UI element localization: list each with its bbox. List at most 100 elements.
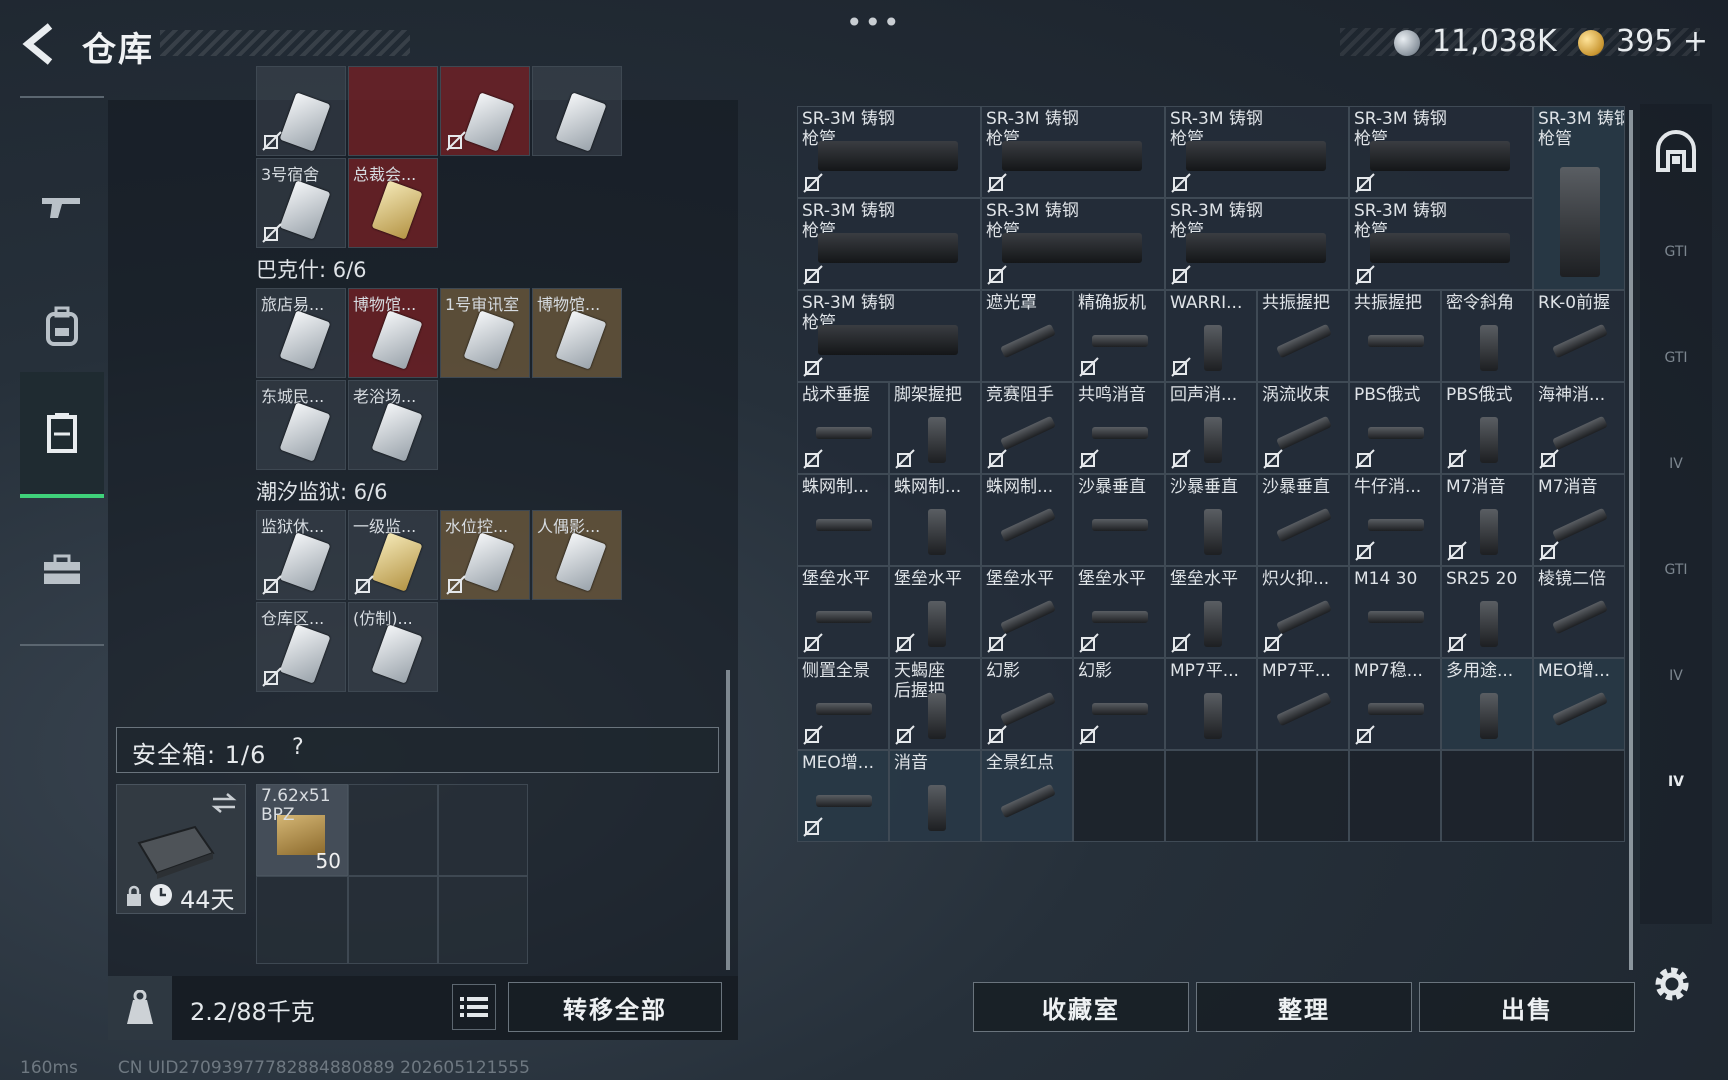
inventory-item[interactable]: 密令斜角 (1441, 290, 1533, 382)
gear-icon[interactable] (1650, 962, 1694, 1006)
sort-button[interactable]: 整理 (1196, 982, 1412, 1032)
inventory-item[interactable]: 脚架握把 (889, 382, 981, 474)
inventory-item[interactable]: 共振握把 (1349, 290, 1441, 382)
inventory-item[interactable]: 精确扳机 (1073, 290, 1165, 382)
help-icon[interactable]: ? (292, 735, 304, 760)
inventory-item[interactable]: SR-3M 铸钢枪管 (1349, 106, 1533, 198)
inventory-item[interactable]: 幻影 (1073, 658, 1165, 750)
inventory-item[interactable]: 堡垒水平 (797, 566, 889, 658)
inventory-item[interactable]: PBS俄式 (1441, 382, 1533, 474)
inventory-item[interactable]: SR-3M 铸钢枪管 (797, 198, 981, 290)
nav-weapon[interactable] (20, 146, 104, 266)
inventory-item[interactable]: 蛛网制... (889, 474, 981, 566)
inventory-item[interactable]: 堡垒水平 (889, 566, 981, 658)
inventory-item[interactable]: 沙暴垂直 (1073, 474, 1165, 566)
inventory-item[interactable]: 全景红点 (981, 750, 1073, 842)
empty-slot[interactable] (348, 876, 438, 964)
nav-storage[interactable] (20, 372, 104, 498)
nav-case[interactable] (20, 510, 104, 630)
item-cell[interactable] (440, 66, 530, 156)
inventory-item[interactable]: SR-3M 铸钢枪管 (1533, 106, 1625, 290)
inventory-item[interactable]: 堡垒水平 (981, 566, 1073, 658)
inventory-item[interactable]: PBS俄式 (1349, 382, 1441, 474)
empty-slot[interactable] (1073, 750, 1165, 842)
key-card-cell[interactable]: 博物馆... (348, 288, 438, 378)
inventory-item[interactable]: 涡流收束 (1257, 382, 1349, 474)
back-arrow-icon[interactable] (20, 22, 56, 66)
ammo-cell[interactable]: 7.62x51 BPZ 50 (256, 784, 348, 876)
rnav-iv-3[interactable]: IV (1640, 734, 1712, 830)
inventory-item[interactable]: 消音 (889, 750, 981, 842)
inventory-item[interactable]: M7消音 (1533, 474, 1625, 566)
key-card-cell[interactable]: 仓库区... (256, 602, 346, 692)
empty-slot[interactable] (1533, 750, 1625, 842)
key-card-cell[interactable]: 旅店易... (256, 288, 346, 378)
inventory-item[interactable]: 共振握把 (1257, 290, 1349, 382)
left-scrollbar[interactable] (726, 670, 730, 970)
inventory-item[interactable]: 共鸣消音 (1073, 382, 1165, 474)
inventory-item[interactable]: 堡垒水平 (1073, 566, 1165, 658)
rnav-iv-1[interactable]: IV (1640, 416, 1712, 512)
inventory-item[interactable]: 侧置全景 (797, 658, 889, 750)
item-cell[interactable] (256, 66, 346, 156)
inventory-item[interactable]: SR-3M 铸钢枪管 (1349, 198, 1533, 290)
inventory-item[interactable]: 牛仔消... (1349, 474, 1441, 566)
inventory-item[interactable]: 天蝎座后握把 (889, 658, 981, 750)
inventory-item[interactable]: 炽火抑... (1257, 566, 1349, 658)
inventory-item[interactable]: 回声消... (1165, 382, 1257, 474)
empty-slot[interactable] (1165, 750, 1257, 842)
empty-slot[interactable] (438, 876, 528, 964)
inventory-item[interactable]: MP7平... (1165, 658, 1257, 750)
rnav-gti-2[interactable]: GTI (1640, 310, 1712, 406)
key-card-cell[interactable]: 老浴场... (348, 380, 438, 470)
right-scrollbar[interactable] (1629, 110, 1633, 970)
empty-slot[interactable] (348, 784, 438, 876)
swap-icon[interactable] (211, 793, 237, 813)
inventory-item[interactable]: 遮光罩 (981, 290, 1073, 382)
inventory-item[interactable]: M7消音 (1441, 474, 1533, 566)
key-card-cell[interactable]: 博物馆... (532, 288, 622, 378)
sell-button[interactable]: 出售 (1419, 982, 1635, 1032)
key-card-cell[interactable]: 总裁会... (348, 158, 438, 248)
inventory-item[interactable]: SR25 20 (1441, 566, 1533, 658)
inventory-item[interactable]: RK-0前握 (1533, 290, 1625, 382)
more-menu[interactable]: ••• (846, 6, 902, 39)
inventory-item[interactable]: 战术垂握 (797, 382, 889, 474)
inventory-item[interactable]: SR-3M 铸钢枪管 (1165, 106, 1349, 198)
inventory-item[interactable]: SR-3M 铸钢枪管 (981, 198, 1165, 290)
empty-slot[interactable] (1257, 750, 1349, 842)
inventory-item[interactable]: 竞赛阻手 (981, 382, 1073, 474)
key-card-cell[interactable]: 东城民... (256, 380, 346, 470)
inventory-item[interactable]: MP7平... (1257, 658, 1349, 750)
inventory-item[interactable]: 海神消... (1533, 382, 1625, 474)
inventory-item[interactable]: 沙暴垂直 (1257, 474, 1349, 566)
key-card-cell[interactable]: 一级监... (348, 510, 438, 600)
key-card-cell[interactable]: 水位控... (440, 510, 530, 600)
inventory-item[interactable]: MEO增... (797, 750, 889, 842)
inventory-item[interactable]: SR-3M 铸钢枪管 (981, 106, 1165, 198)
inventory-item[interactable]: 蛛网制... (797, 474, 889, 566)
key-card-cell[interactable]: (仿制)... (348, 602, 438, 692)
item-cell[interactable] (348, 66, 438, 156)
empty-slot[interactable] (256, 876, 348, 964)
inventory-item[interactable]: 多用途... (1441, 658, 1533, 750)
inventory-item[interactable]: SR-3M 铸钢枪管 (797, 106, 981, 198)
collection-room-button[interactable]: 收藏室 (973, 982, 1189, 1032)
inventory-item[interactable]: MP7稳... (1349, 658, 1441, 750)
empty-slot[interactable] (438, 784, 528, 876)
rnav-all[interactable] (1640, 104, 1712, 200)
key-card-cell[interactable]: 3号宿舍 (256, 158, 346, 248)
currency-gold[interactable]: 395 + (1616, 24, 1708, 59)
inventory-item[interactable]: 幻影 (981, 658, 1073, 750)
rnav-gti-1[interactable]: GTI (1640, 204, 1712, 300)
transfer-all-button[interactable]: 转移全部 (508, 982, 722, 1032)
inventory-item[interactable]: MEO增... (1533, 658, 1625, 750)
inventory-item[interactable]: WARRI... (1165, 290, 1257, 382)
inventory-item[interactable]: 堡垒水平 (1165, 566, 1257, 658)
list-view-button[interactable] (452, 984, 496, 1030)
inventory-item[interactable]: SR-3M 铸钢枪管 (1165, 198, 1349, 290)
key-card-cell[interactable]: 监狱休... (256, 510, 346, 600)
item-cell[interactable] (532, 66, 622, 156)
key-card-cell[interactable]: 人偶影... (532, 510, 622, 600)
rnav-gti-3[interactable]: GTI (1640, 522, 1712, 618)
